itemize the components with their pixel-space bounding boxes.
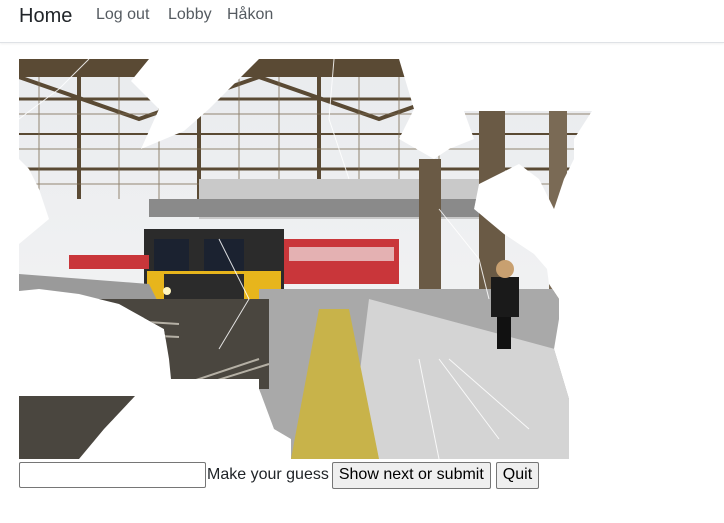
guess-controls: Make your guess Show next or submit Quit xyxy=(19,460,544,490)
home-link[interactable]: Home xyxy=(19,4,72,28)
logout-link[interactable]: Log out xyxy=(96,6,149,24)
show-next-button[interactable]: Show next or submit xyxy=(331,461,491,489)
lobby-link[interactable]: Lobby xyxy=(168,6,212,24)
puzzle-canvas xyxy=(19,59,592,459)
guess-input[interactable] xyxy=(19,462,206,488)
user-link[interactable]: Håkon xyxy=(227,6,273,24)
quit-button[interactable]: Quit xyxy=(495,461,540,489)
station-photo xyxy=(19,59,592,459)
navbar: Home Log out Lobby Håkon xyxy=(0,0,724,43)
puzzle-image xyxy=(19,59,592,459)
guess-label: Make your guess xyxy=(207,466,329,483)
